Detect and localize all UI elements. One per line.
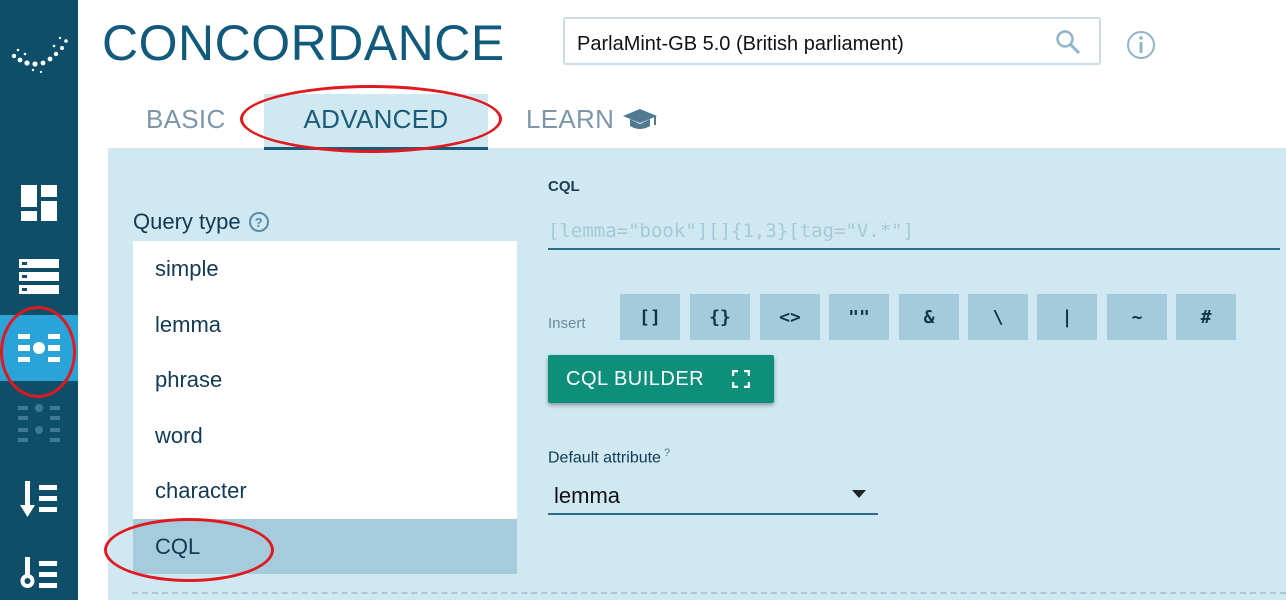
default-attribute-label: Default attribute? <box>548 447 670 467</box>
insert-ampersand-button[interactable]: & <box>899 294 959 340</box>
corpus-selector-value: ParlaMint-GB 5.0 (British parliament) <box>577 33 904 55</box>
app-logo[interactable] <box>8 28 70 78</box>
search-icon[interactable] <box>1055 29 1081 55</box>
insert-label: Insert <box>548 315 586 332</box>
tab-learn[interactable]: LEARN <box>526 104 658 135</box>
list-icon <box>19 259 59 294</box>
default-attribute-select[interactable]: lemma <box>548 477 878 515</box>
corpus-selector[interactable]: ParlaMint-GB 5.0 (British parliament) <box>563 17 1101 65</box>
cql-builder-button[interactable]: CQL BUILDER <box>548 355 774 403</box>
sidebar-item-list[interactable] <box>0 243 78 309</box>
dashboard-icon <box>21 185 57 221</box>
default-attribute-value: lemma <box>554 483 621 508</box>
query-type-label-text: Query type <box>133 209 241 234</box>
default-attribute-label-text: Default attribute <box>548 449 661 467</box>
fullscreen-icon <box>732 370 751 388</box>
tab-basic[interactable]: BASIC <box>146 104 226 135</box>
sidebar <box>0 0 78 600</box>
help-icon[interactable]: ? <box>248 212 269 232</box>
chevron-down-icon <box>852 490 866 498</box>
sidebar-item-sort-options[interactable] <box>0 540 78 606</box>
page-title: CONCORDANCE <box>102 15 505 71</box>
panel-divider <box>132 592 1286 594</box>
cql-label: CQL <box>548 178 580 195</box>
insert-angle-brackets-button[interactable]: <> <box>760 294 820 340</box>
query-type-option-lemma[interactable]: lemma <box>133 297 517 353</box>
insert-tilde-button[interactable]: ~ <box>1107 294 1167 340</box>
insert-quotes-button[interactable]: "" <box>829 294 889 340</box>
info-icon[interactable] <box>1126 30 1156 60</box>
query-type-option-simple[interactable]: simple <box>133 241 517 297</box>
sidebar-item-dashboard[interactable] <box>0 170 78 236</box>
query-type-label: Query type ? <box>133 209 269 235</box>
query-type-option-word[interactable]: word <box>133 408 517 464</box>
query-type-option-cql[interactable]: CQL <box>133 518 517 574</box>
insert-pipe-button[interactable]: | <box>1037 294 1097 340</box>
graduation-cap-icon <box>623 108 658 129</box>
insert-braces-button[interactable]: {} <box>690 294 750 340</box>
concordance-icon <box>18 334 60 362</box>
query-type-option-character[interactable]: character <box>133 463 517 519</box>
query-type-option-phrase[interactable]: phrase <box>133 352 517 408</box>
cql-builder-label: CQL BUILDER <box>566 367 705 390</box>
insert-brackets-button[interactable]: [] <box>620 294 680 340</box>
sidebar-item-concordance[interactable] <box>0 315 78 381</box>
insert-backslash-button[interactable]: \ <box>968 294 1028 340</box>
sidebar-item-parallel-concordance <box>0 392 78 458</box>
tab-learn-label: LEARN <box>526 104 615 134</box>
query-type-list: simple lemma phrase word character CQL <box>133 241 517 574</box>
insert-hash-button[interactable]: # <box>1176 294 1236 340</box>
sort-down-icon <box>20 481 57 517</box>
default-attribute-help[interactable]: ? <box>664 447 670 459</box>
cql-input[interactable] <box>548 214 1280 250</box>
tab-advanced[interactable]: ADVANCED <box>264 94 488 150</box>
parallel-concordance-icon <box>18 404 60 442</box>
sort-list-icon <box>20 557 57 588</box>
sidebar-item-sort[interactable] <box>0 466 78 532</box>
